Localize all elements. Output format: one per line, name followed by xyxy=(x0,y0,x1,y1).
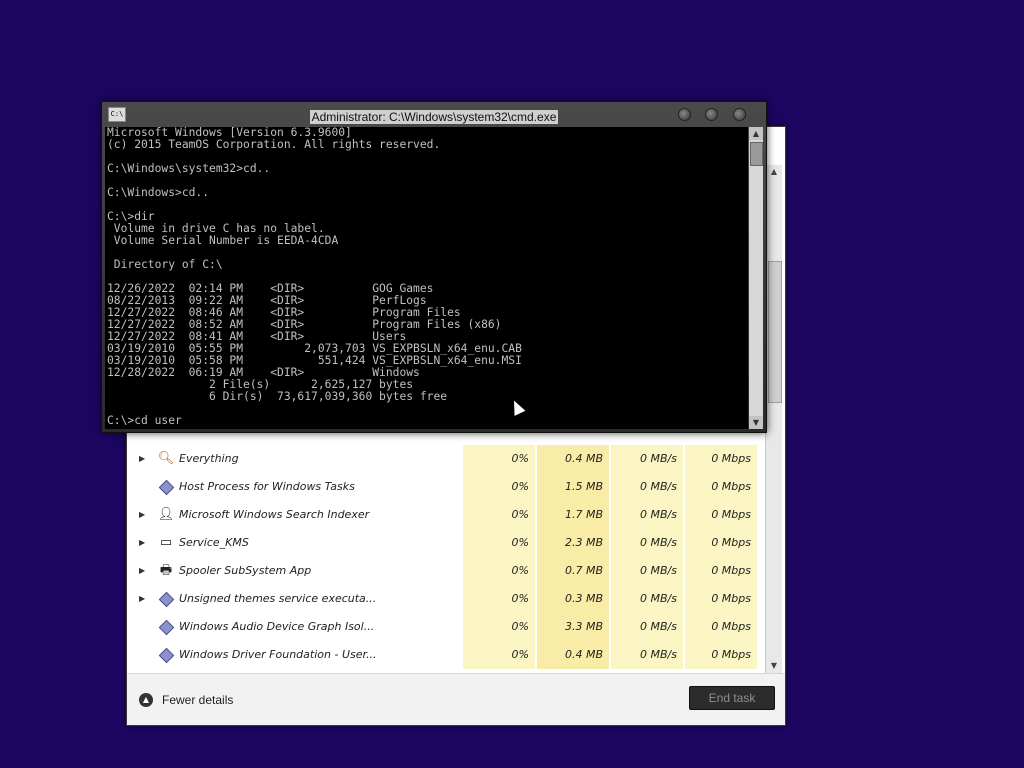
cpu-cell: 0% xyxy=(463,613,535,641)
memory-cell: 0.4 MB xyxy=(537,641,609,669)
fewer-details-label: Fewer details xyxy=(162,693,234,707)
cpu-cell: 0% xyxy=(463,641,535,669)
network-cell: 0 Mbps xyxy=(685,501,757,529)
memory-cell: 1.5 MB xyxy=(537,473,609,501)
table-row[interactable]: ▶ 🖶 Spooler SubSystem App 0% 0.7 MB 0 MB/s 0 M… xyxy=(127,557,757,585)
table-row[interactable]: Host Process for Windows Tasks 0% 1.5 MB 0 … xyxy=(127,473,757,501)
network-cell: 0 Mbps xyxy=(685,613,757,641)
process-list-scrollbar[interactable]: ▲ ▼ xyxy=(765,165,782,673)
chevron-up-icon: ▲ xyxy=(139,693,153,707)
expand-arrow-icon[interactable]: ▶ xyxy=(139,445,149,473)
disk-cell: 0 MB/s xyxy=(611,557,683,585)
console-line: 6 Dir(s) 73,617,039,360 bytes free xyxy=(107,390,448,403)
expand-arrow-icon[interactable]: ▶ xyxy=(139,585,149,613)
window-icon: ▭ xyxy=(159,535,173,550)
process-name: Service_KMS xyxy=(179,536,249,549)
scroll-up-icon[interactable]: ▲ xyxy=(749,127,763,140)
process-name: Unsigned themes service executa... xyxy=(179,592,377,605)
disk-cell: 0 MB/s xyxy=(611,613,683,641)
user-icon: 👤︎ xyxy=(157,507,175,522)
disk-cell: 0 MB/s xyxy=(611,473,683,501)
network-cell: 0 Mbps xyxy=(685,585,757,613)
close-button[interactable] xyxy=(733,108,746,121)
console-line: C:\Windows>cd.. xyxy=(107,186,210,199)
network-cell: 0 Mbps xyxy=(685,641,757,669)
maximize-button[interactable] xyxy=(705,108,718,121)
cmd-window-title: Administrator: C:\Windows\system32\cmd.e… xyxy=(309,110,559,124)
expand-arrow-icon[interactable]: ▶ xyxy=(139,501,149,529)
cpu-cell: 0% xyxy=(463,529,535,557)
table-row[interactable]: ▶ 👤︎ Microsoft Windows Search Indexer 0% 1.7… xyxy=(127,501,757,529)
scrollbar-thumb[interactable] xyxy=(750,142,763,166)
service-icon xyxy=(157,641,175,669)
console-output[interactable]: Microsoft Windows [Version 6.3.9600] (c)… xyxy=(105,127,748,429)
table-row[interactable]: Windows Driver Foundation - User... 0% 0.4… xyxy=(127,641,757,669)
network-cell: 0 Mbps xyxy=(685,557,757,585)
console-scrollbar[interactable]: ▲ ▼ xyxy=(749,127,763,429)
cpu-cell: 0% xyxy=(463,501,535,529)
process-name: Host Process for Windows Tasks xyxy=(179,480,355,493)
console-line: Volume Serial Number is EEDA-4CDA xyxy=(107,234,339,247)
disk-cell: 0 MB/s xyxy=(611,585,683,613)
service-icon xyxy=(157,585,175,613)
scrollbar-thumb[interactable] xyxy=(768,261,782,403)
process-list: ▶ 🔍︎ Everything 0% 0.4 MB 0 MB/s 0 Mbps Host Pr… xyxy=(127,431,785,673)
printer-icon: 🖶 xyxy=(159,563,173,578)
console-line: (c) 2015 TeamOS Corporation. All rights … xyxy=(107,138,441,151)
magnifier-icon: 🔍︎ xyxy=(157,451,175,466)
network-cell: 0 Mbps xyxy=(685,473,757,501)
fewer-details-button[interactable]: ▲ Fewer details xyxy=(139,690,233,710)
table-row[interactable]: Windows Audio Device Graph Isol... 0% 3.3 … xyxy=(127,613,757,641)
expand-arrow-icon[interactable]: ▶ xyxy=(139,529,149,557)
disk-cell: 0 MB/s xyxy=(611,529,683,557)
cmd-window[interactable]: C:\ Administrator: C:\Windows\system32\c… xyxy=(101,101,767,433)
memory-cell: 2.3 MB xyxy=(537,529,609,557)
disk-cell: 0 MB/s xyxy=(611,445,683,473)
memory-cell: 0.7 MB xyxy=(537,557,609,585)
console-line: C:\>cd user xyxy=(107,414,182,427)
network-cell: 0 Mbps xyxy=(685,529,757,557)
memory-cell: 3.3 MB xyxy=(537,613,609,641)
cmd-title-bar[interactable]: C:\ Administrator: C:\Windows\system32\c… xyxy=(102,102,766,126)
memory-cell: 0.3 MB xyxy=(537,585,609,613)
scroll-down-icon[interactable]: ▼ xyxy=(766,659,782,673)
process-name: Microsoft Windows Search Indexer xyxy=(179,508,370,521)
process-name: Everything xyxy=(179,452,239,465)
memory-cell: 1.7 MB xyxy=(537,501,609,529)
table-row[interactable]: ▶ Unsigned themes service executa... 0% 0.3… xyxy=(127,585,757,613)
cmd-title-wrap: Administrator: C:\Windows\system32\cmd.e… xyxy=(102,106,766,125)
console-line: Directory of C:\ xyxy=(107,258,223,271)
memory-cell: 0.4 MB xyxy=(537,445,609,473)
console-line: C:\Windows\system32>cd.. xyxy=(107,162,271,175)
scroll-up-icon[interactable]: ▲ xyxy=(766,165,782,179)
cpu-cell: 0% xyxy=(463,585,535,613)
cpu-cell: 0% xyxy=(463,445,535,473)
service-icon xyxy=(157,613,175,641)
table-row[interactable]: ▶ ▭ Service_KMS 0% 2.3 MB 0 MB/s 0 Mbps xyxy=(127,529,757,557)
network-cell: 0 Mbps xyxy=(685,445,757,473)
table-row[interactable]: ▶ 🔍︎ Everything 0% 0.4 MB 0 MB/s 0 Mbps xyxy=(127,445,757,473)
console-text: Microsoft Windows [Version 6.3.9600] (c)… xyxy=(105,127,748,427)
cpu-cell: 0% xyxy=(463,557,535,585)
process-name: Windows Audio Device Graph Isol... xyxy=(179,620,375,633)
expand-arrow-icon[interactable]: ▶ xyxy=(139,557,149,585)
disk-cell: 0 MB/s xyxy=(611,501,683,529)
process-name: Spooler SubSystem App xyxy=(179,564,312,577)
cpu-cell: 0% xyxy=(463,473,535,501)
scroll-down-icon[interactable]: ▼ xyxy=(749,416,763,429)
disk-cell: 0 MB/s xyxy=(611,641,683,669)
end-task-button[interactable]: End task xyxy=(689,686,775,710)
minimize-button[interactable] xyxy=(678,108,691,121)
process-name: Windows Driver Foundation - User... xyxy=(179,648,377,661)
service-icon xyxy=(157,473,175,501)
task-manager-footer: ▲ Fewer details End task xyxy=(127,673,785,725)
